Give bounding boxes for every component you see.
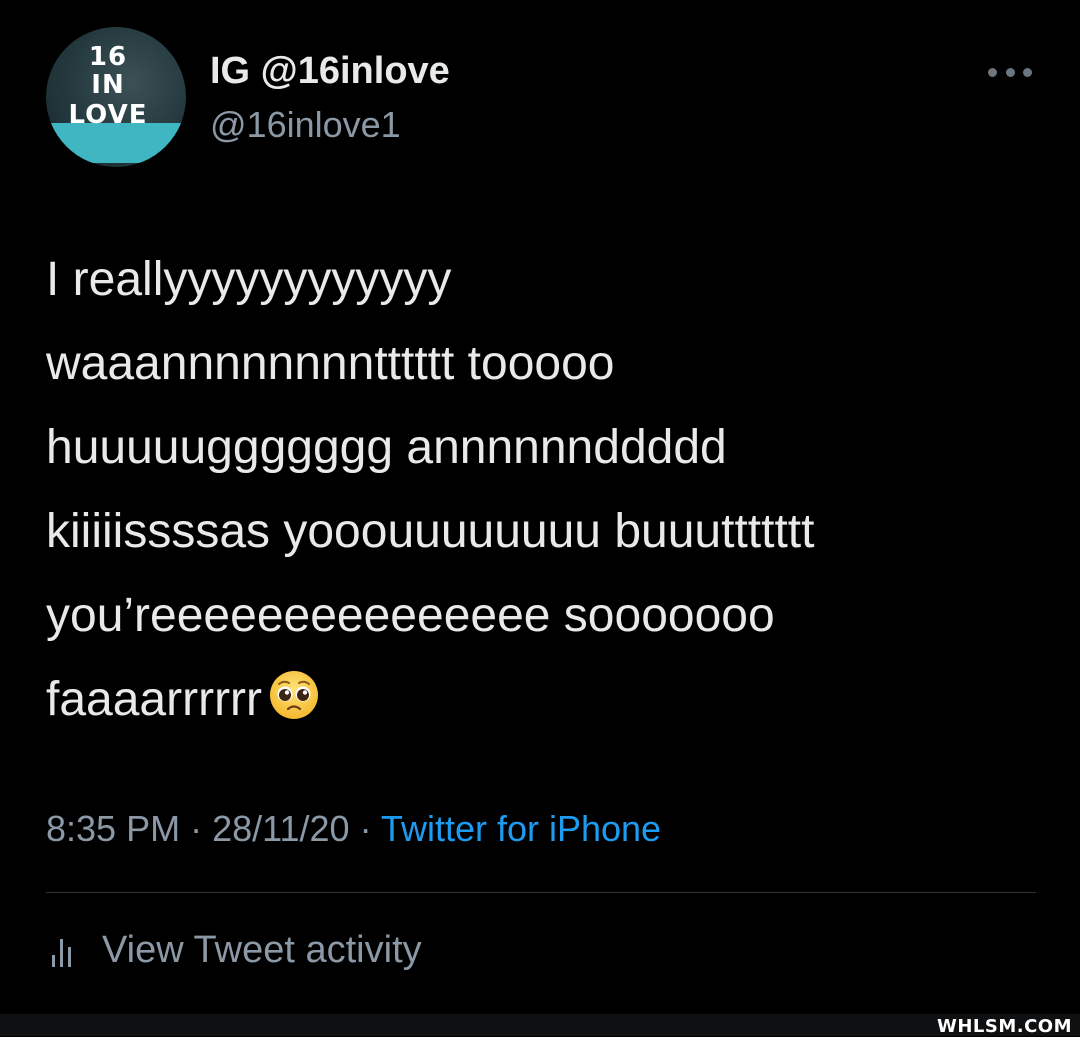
tweet-meta: 8:35 PM · 28/11/20 · Twitter for iPhone bbox=[46, 808, 661, 850]
bottom-strip bbox=[0, 1014, 1080, 1036]
tweet-text-line: kiiiiissssas yooouuuuuuuu buuuttttttt bbox=[46, 505, 815, 558]
tweet-text-line: waaannnnnnnntttttt tooooo bbox=[46, 337, 615, 390]
avatar[interactable]: 16 IN LOVE bbox=[46, 27, 186, 167]
view-tweet-activity-label: View Tweet activity bbox=[102, 928, 422, 971]
tweet-text-line-last: faaaarrrrrr bbox=[46, 658, 1036, 742]
bar-chart-icon bbox=[52, 933, 76, 967]
bar bbox=[60, 939, 63, 967]
tweet-time[interactable]: 8:35 PM bbox=[46, 808, 180, 849]
more-options-icon[interactable] bbox=[988, 64, 1032, 80]
more-dot bbox=[1005, 67, 1015, 77]
user-handle[interactable]: @16inlove1 bbox=[210, 104, 401, 146]
avatar-logo: 16 IN LOVE bbox=[52, 43, 164, 129]
tweet-text-line: I reallyyyyyyyyyyyy bbox=[46, 253, 452, 306]
tweet-text-line: huuuuuggggggg annnnnnddddd bbox=[46, 421, 727, 474]
divider bbox=[46, 892, 1036, 893]
pleading-face-emoji-icon bbox=[268, 664, 320, 719]
avatar-logo-line: 16 bbox=[88, 42, 128, 72]
bar bbox=[52, 955, 55, 967]
display-name[interactable]: IG @16inlove bbox=[210, 50, 450, 93]
view-tweet-activity-button[interactable]: View Tweet activity bbox=[46, 920, 422, 980]
tweet-text: I reallyyyyyyyyyyyy waaannnnnnnntttttt t… bbox=[46, 238, 1036, 742]
bar bbox=[68, 947, 71, 967]
more-dot bbox=[1023, 67, 1032, 77]
avatar-logo-line: LOVE bbox=[68, 100, 148, 130]
tweet-text-line: faaaarrrrrr bbox=[46, 673, 263, 726]
tweet-source-link[interactable]: Twitter for iPhone bbox=[381, 808, 661, 849]
tweet-text-line: you’reeeeeeeeeeeeeee sooooooo bbox=[46, 589, 775, 642]
meta-separator: · bbox=[359, 808, 372, 849]
tweet-card: 16 IN LOVE IG @16inlove @16inlove1 I rea… bbox=[0, 0, 1080, 1037]
tweet-date[interactable]: 28/11/20 bbox=[212, 808, 349, 849]
avatar-logo-line: IN bbox=[91, 70, 125, 100]
watermark: WHLSM.COM bbox=[936, 1016, 1072, 1037]
meta-separator: · bbox=[190, 808, 203, 849]
more-dot bbox=[988, 67, 997, 77]
